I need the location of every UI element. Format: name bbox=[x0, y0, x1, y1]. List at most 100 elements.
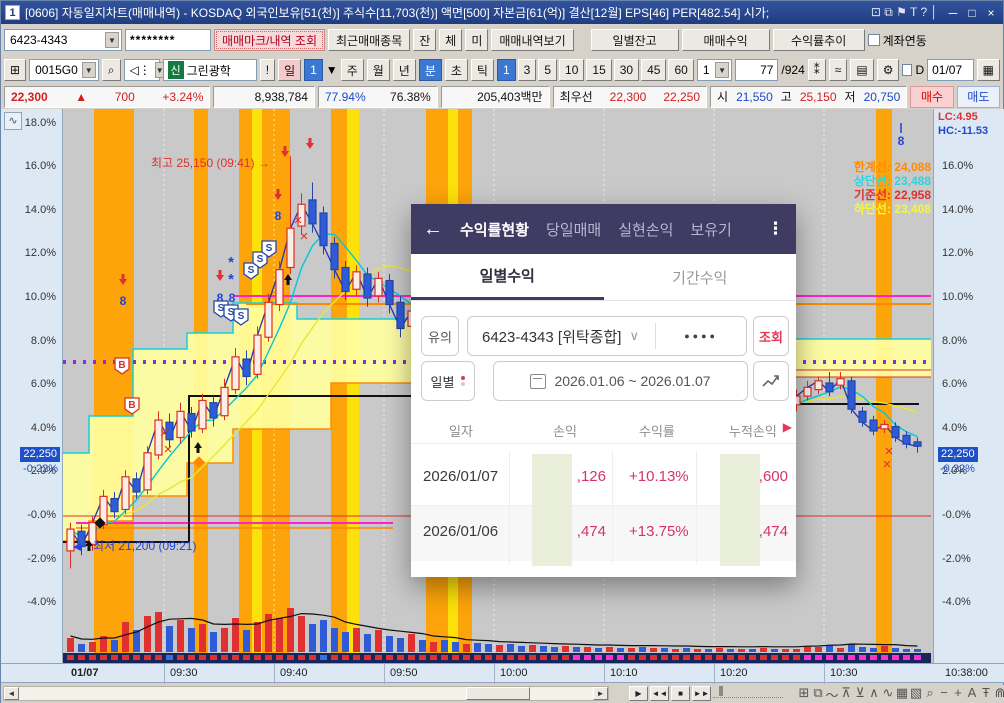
nav-today-trades[interactable]: 당일매매 bbox=[546, 219, 601, 240]
axis-label: 4.0% bbox=[942, 422, 967, 434]
rewind-button[interactable]: ◄◄ bbox=[650, 686, 669, 701]
stock-name-field[interactable]: 신 그린광학 bbox=[163, 59, 257, 81]
sound-select[interactable]: ◁⋮ ▼ bbox=[124, 59, 160, 81]
svg-text:×: × bbox=[294, 212, 303, 229]
scroll-right-icon[interactable]: ► bbox=[593, 687, 608, 700]
interval-10-button[interactable]: 10 bbox=[559, 59, 584, 81]
crowd-tool-icon[interactable]: ⋒ bbox=[992, 685, 1004, 701]
minimize-button[interactable]: ─ bbox=[945, 6, 961, 20]
more-menu-icon[interactable]: ⋮ bbox=[767, 219, 784, 239]
close-button[interactable]: × bbox=[983, 6, 999, 20]
scrollbar-thumb[interactable] bbox=[466, 687, 530, 700]
account-caret-icon: ▼ bbox=[105, 32, 119, 48]
bar-position-field[interactable]: 77 bbox=[735, 59, 778, 81]
sell-button[interactable]: 매도 bbox=[957, 86, 1000, 108]
nav-realized-pl[interactable]: 실현손익 bbox=[618, 219, 673, 240]
alert-button[interactable]: ! bbox=[260, 59, 275, 81]
account-toolbar: 6423-4343 ▼ ******** 매매마크/내역 조회 최근매매종목 잔… bbox=[1, 25, 1003, 55]
search-icon[interactable]: ⌕ bbox=[102, 59, 121, 81]
account-number: 6423-4343 bbox=[10, 33, 101, 47]
multiplier-select[interactable]: 1 ▼ bbox=[697, 59, 732, 81]
title-bar[interactable]: 1 [0606] 자동일지차트(매매내역) - KOSDAQ 외국인보유[51(… bbox=[1, 1, 1003, 24]
fast-forward-button[interactable]: ►► bbox=[692, 686, 711, 701]
chart-hscrollbar[interactable]: ◄ ► bbox=[3, 686, 609, 701]
daily-balance-button[interactable]: 일별잔고 bbox=[591, 29, 679, 51]
low-label: 저 bbox=[845, 88, 856, 105]
time-axis[interactable]: 10:38:00 01/0709:3009:4009:5010:0010:101… bbox=[1, 663, 1004, 683]
unfilled-button[interactable]: 미 bbox=[465, 29, 488, 51]
period-second-button[interactable]: 초 bbox=[445, 59, 468, 81]
svg-text:최저 21,200 (09:21): 최저 21,200 (09:21) bbox=[93, 539, 196, 553]
account-select[interactable]: 6423-4343 ▼ bbox=[4, 29, 122, 51]
profit-trend-button[interactable]: 수익률추이 bbox=[773, 29, 865, 51]
svg-text:*: * bbox=[228, 254, 234, 271]
period-tick-button[interactable]: 틱 bbox=[471, 59, 494, 81]
interval-30-button[interactable]: 30 bbox=[614, 59, 639, 81]
period-toggle[interactable]: 일별 bbox=[421, 361, 475, 401]
buy-button[interactable]: 매수 bbox=[910, 86, 953, 108]
save-icon[interactable]: ▤ bbox=[850, 59, 873, 81]
settings-gear-icon[interactable]: ⚙ bbox=[877, 59, 900, 81]
ratio-cell: 77.94% 76.38% bbox=[318, 86, 438, 108]
price-toolbar: 22,300 ▲ 700 +3.24% 8,938,784 77.94% 76.… bbox=[1, 85, 1003, 108]
filled-button[interactable]: 체 bbox=[439, 29, 462, 51]
play-button[interactable]: ▶ bbox=[629, 686, 648, 701]
title-icons[interactable]: ⊡ ⧉ ⚑ T ? │ bbox=[871, 5, 938, 20]
trade-profit-button[interactable]: 매매수익 bbox=[682, 29, 770, 51]
time-tick bbox=[494, 664, 495, 684]
balance-button[interactable]: 잔 bbox=[413, 29, 436, 51]
period-week-button[interactable]: 주 bbox=[341, 59, 364, 81]
interval-60-button[interactable]: 60 bbox=[668, 59, 693, 81]
axis-label: -4.0% bbox=[942, 596, 971, 608]
right-axis-panel: LC:4.95 HC:-11.53 16.0%14.0%12.0%10.0%8.… bbox=[933, 109, 1004, 663]
stop-button[interactable]: ■ bbox=[671, 686, 690, 701]
date-range-picker[interactable]: 2026.01.06 ~ 2026.01.07 bbox=[493, 361, 748, 401]
trend-add-icon[interactable]: ≈ bbox=[829, 59, 848, 81]
interval-15-button[interactable]: 15 bbox=[586, 59, 611, 81]
axis-label: 10.0% bbox=[942, 291, 973, 303]
account-selector[interactable]: 6423-4343 [위탁종합] ∨ ●●●● bbox=[467, 316, 747, 356]
tab-period-profit[interactable]: 기간수익 bbox=[604, 254, 797, 300]
password-field[interactable]: ******** bbox=[125, 29, 211, 51]
period-year-button[interactable]: 년 bbox=[393, 59, 416, 81]
calendar-icon[interactable]: ▦ bbox=[977, 59, 1000, 81]
tab-daily-profit[interactable]: 일별수익 bbox=[411, 254, 604, 300]
back-arrow-icon[interactable]: ← bbox=[423, 218, 443, 241]
account-link-checkbox[interactable] bbox=[868, 34, 880, 46]
ratio2-value: 76.38% bbox=[390, 90, 431, 104]
period-day-button[interactable]: 일 bbox=[278, 59, 301, 81]
axis-label: 14.0% bbox=[25, 204, 56, 216]
nav-holding-period[interactable]: 보유기 bbox=[690, 219, 731, 240]
d-checkbox[interactable] bbox=[902, 64, 912, 76]
scroll-right-icon[interactable]: ▶ bbox=[783, 420, 792, 434]
interval-5-button[interactable]: 5 bbox=[538, 59, 557, 81]
trade-history-button[interactable]: 매매내역보기 bbox=[491, 29, 573, 51]
maximize-button[interactable]: □ bbox=[964, 6, 980, 20]
window-split-icon[interactable]: ⊞ bbox=[4, 59, 26, 81]
speed-slider[interactable] bbox=[713, 688, 783, 698]
day-caret-icon[interactable]: ▼ bbox=[326, 61, 338, 79]
query-button[interactable]: 조회 bbox=[753, 316, 789, 356]
time-label: 01/07 bbox=[71, 667, 99, 679]
interval-1-button[interactable]: 1 bbox=[497, 59, 516, 81]
nav-profit-status[interactable]: 수익률현황 bbox=[460, 219, 529, 240]
period-minute-button[interactable]: 분 bbox=[419, 59, 442, 81]
period-month-button[interactable]: 월 bbox=[367, 59, 390, 81]
stock-code-select[interactable]: 0015G0 ▼ bbox=[29, 59, 99, 81]
date-field[interactable]: 01/07 bbox=[927, 59, 974, 81]
period-day-count[interactable]: 1 bbox=[304, 59, 323, 81]
bar-total-label: /924 bbox=[781, 63, 804, 77]
slider-knob[interactable] bbox=[719, 686, 723, 696]
indicator-add-icon[interactable]: ⁑ bbox=[808, 59, 826, 81]
row-date: 2026/01/07 bbox=[423, 468, 498, 485]
interval-45-button[interactable]: 45 bbox=[641, 59, 666, 81]
mini-chart-icon[interactable]: ∿ bbox=[4, 112, 22, 130]
current-price-pct: -0.22% bbox=[940, 463, 975, 475]
new-stock-badge: 신 bbox=[168, 61, 184, 79]
interval-3-button[interactable]: 3 bbox=[518, 59, 537, 81]
recent-trades-button[interactable]: 최근매매종목 bbox=[328, 29, 410, 51]
chart-view-button[interactable] bbox=[753, 361, 789, 401]
col-cum: 누적손익 bbox=[729, 421, 777, 440]
scroll-left-icon[interactable]: ◄ bbox=[4, 687, 19, 700]
trade-mark-button[interactable]: 매매마크/내역 조회 bbox=[214, 29, 325, 51]
